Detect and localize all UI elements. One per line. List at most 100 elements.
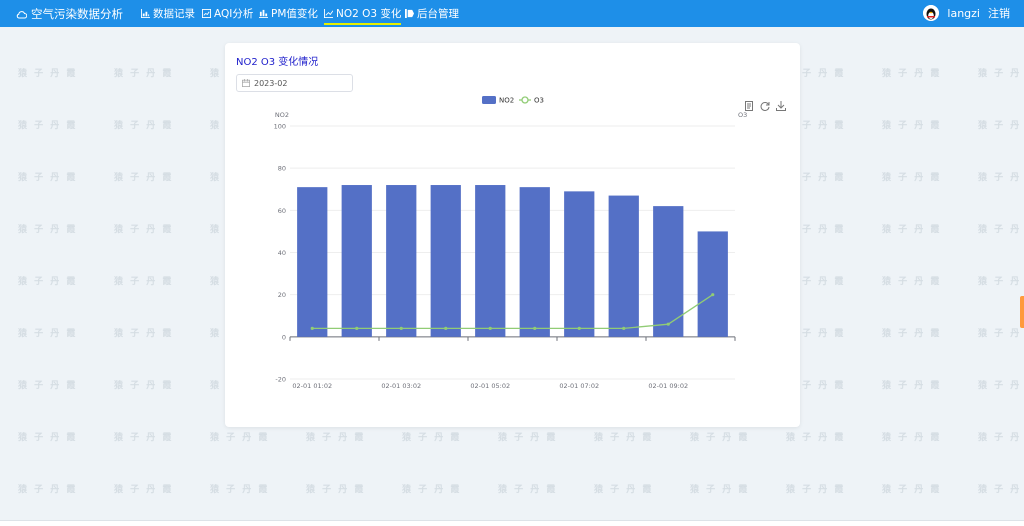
x-tick-label: 02-01 05:02 [470,382,510,390]
nav-item-pm-change[interactable]: PM值变化 [259,6,318,21]
bottom-scrollbar[interactable] [0,520,1024,526]
watermark-text: 猿 子 丹 霞 [18,69,78,79]
watermark-text: 猿 子 丹 霞 [882,69,942,79]
y-tick-label: 0 [282,333,286,341]
watermark-text: 猿 子 丹 霞 [690,485,750,495]
watermark-text: 猿 子 丹 霞 [978,485,1024,495]
watermark-text: 猿 子 丹 霞 [786,433,846,443]
no2-bar [697,231,728,337]
watermark-text: 猿 子 丹 霞 [114,69,174,79]
no2-bar [519,187,550,337]
x-tick-label: 02-01 07:02 [559,382,599,390]
column-chart-icon [259,9,268,18]
admin-icon [405,9,414,18]
nav-item-label: NO2 O3 变化 [336,8,402,20]
watermark-text: 猿 子 丹 霞 [978,277,1024,287]
watermark-text: 猿 子 丹 霞 [690,433,750,443]
y-tick-label: 80 [278,165,286,173]
y-tick-label: 60 [278,207,286,215]
nav-item-aqi-analysis[interactable]: AQI分析 [202,6,253,21]
watermark-text: 猿 子 丹 霞 [786,485,846,495]
watermark-text: 猿 子 丹 霞 [882,277,942,287]
legend-no2-swatch [482,96,496,104]
watermark-text: 猿 子 丹 霞 [882,121,942,131]
watermark-text: 猿 子 丹 霞 [882,485,942,495]
nav-item-label: PM值变化 [271,8,318,20]
watermark-text: 猿 子 丹 霞 [114,225,174,235]
nav-item-no2-o3-change[interactable]: NO2 O3 变化 [324,6,402,25]
watermark-text: 猿 子 丹 霞 [18,277,78,287]
y-tick-label: 100 [274,123,286,131]
watermark-text: 猿 子 丹 霞 [882,381,942,391]
watermark-text: 猿 子 丹 霞 [978,329,1024,339]
watermark-text: 猿 子 丹 霞 [18,225,78,235]
x-tick-label: 02-01 03:02 [381,382,421,390]
cloud-icon [16,10,27,18]
watermark-text: 猿 子 丹 霞 [978,381,1024,391]
username[interactable]: langzi [947,7,980,20]
nav-item-label: 后台管理 [417,8,459,20]
watermark-text: 猿 子 丹 霞 [18,433,78,443]
y-tick-label: 40 [278,249,286,257]
brand[interactable]: 空气污染数据分析 [16,6,123,22]
nav-item-admin[interactable]: 后台管理 [405,6,459,21]
watermark-text: 猿 子 丹 霞 [402,485,462,495]
watermark-text: 猿 子 丹 霞 [978,69,1024,79]
legend-o3-label: O3 [534,97,544,105]
watermark-text: 猿 子 丹 霞 [114,121,174,131]
watermark-text: 猿 子 丹 霞 [306,433,366,443]
o3-point [355,326,359,330]
watermark-text: 猿 子 丹 霞 [978,225,1024,235]
y-axis-title: NO2 [275,111,289,119]
watermark-text: 猿 子 丹 霞 [210,485,270,495]
x-tick-label: 02-01 09:02 [648,382,688,390]
watermark-text: 猿 子 丹 霞 [114,381,174,391]
watermark-text: 猿 子 丹 霞 [18,381,78,391]
o3-point [399,326,403,330]
o3-point [577,326,581,330]
nav-item-data-records[interactable]: 数据记录 [141,6,195,21]
chart-icon [202,9,211,18]
watermark-text: 猿 子 丹 霞 [114,485,174,495]
no2-bar [475,185,506,337]
no2-bar [564,191,595,337]
no2-o3-chart: -20 0 20 40 60 80 100 NO2 O3 02-01 01:02 02-01 03:… [274,96,747,390]
watermark-text: 猿 子 丹 霞 [978,433,1024,443]
no2-bar [341,185,372,337]
o3-point [533,326,537,330]
watermark-text: 猿 子 丹 霞 [114,329,174,339]
brand-title: 空气污染数据分析 [31,7,123,21]
logout-link[interactable]: 注销 [988,5,1010,21]
legend-no2-label: NO2 [499,97,514,105]
no2-bar [608,195,639,337]
watermark-text: 猿 子 丹 霞 [882,433,942,443]
o3-point [488,326,492,330]
o3-point [444,326,448,330]
nav-item-label: AQI分析 [214,8,254,20]
y-axis-title-right: O3 [738,111,747,119]
watermark-text: 猿 子 丹 霞 [978,121,1024,131]
watermark-text: 猿 子 丹 霞 [882,329,942,339]
line-chart-icon [324,9,333,18]
side-scroll-tab[interactable] [1020,296,1024,328]
penguin-icon [923,5,940,21]
watermark-text: 猿 子 丹 霞 [882,173,942,183]
x-tick-label: 02-01 01:02 [292,382,332,390]
o3-point [666,322,670,326]
no2-bar [386,185,417,337]
avatar[interactable] [923,5,940,21]
watermark-text: 猿 子 丹 霞 [594,485,654,495]
legend-o3-marker [521,96,529,104]
watermark-text: 猿 子 丹 霞 [18,121,78,131]
top-navbar: 空气污染数据分析 数据记录 AQI分析 PM值变化 NO2 O3 变化 后台管理… [0,0,1024,27]
watermark-text: 猿 子 丹 霞 [18,173,78,183]
nav-item-label: 数据记录 [153,8,195,20]
watermark-text: 猿 子 丹 霞 [594,433,654,443]
no2-bar [297,187,328,337]
y-tick-label: 20 [278,291,286,299]
y-tick-label: -20 [275,376,286,384]
watermark-text: 猿 子 丹 霞 [498,485,558,495]
watermark-text: 猿 子 丹 霞 [114,433,174,443]
watermark-text: 猿 子 丹 霞 [114,173,174,183]
watermark-text: 猿 子 丹 霞 [978,173,1024,183]
